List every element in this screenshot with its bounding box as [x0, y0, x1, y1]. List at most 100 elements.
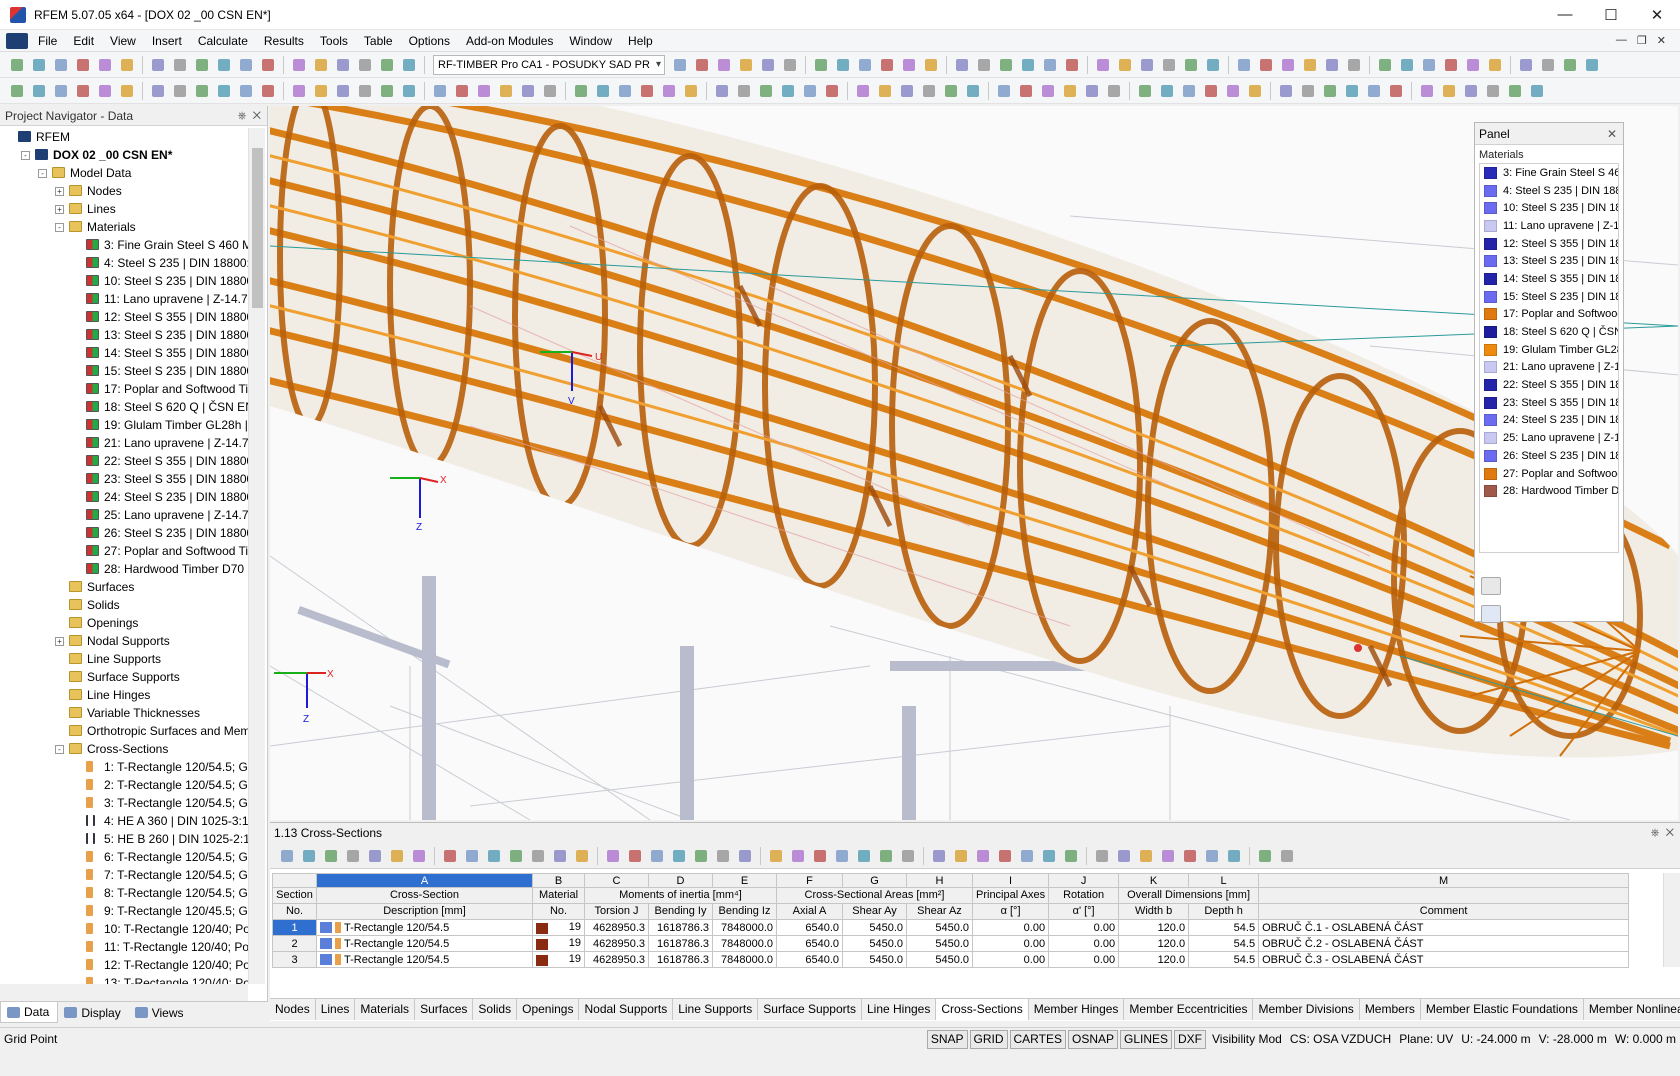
table-tool-icon[interactable]: [951, 847, 971, 865]
column-letter[interactable]: E: [712, 873, 777, 888]
toolbar-button-icon[interactable]: [571, 82, 591, 100]
cell-desc[interactable]: T-Rectangle 120/54.5: [316, 951, 533, 968]
3d-viewport[interactable]: U V X Z X Y Z: [270, 106, 1678, 820]
column-letter[interactable]: M: [1258, 873, 1630, 888]
table-tool-icon[interactable]: [1277, 847, 1297, 865]
table-tool-icon[interactable]: [995, 847, 1015, 865]
table-tool-icon[interactable]: [550, 847, 570, 865]
menu-calculate[interactable]: Calculate: [190, 30, 256, 52]
navigator-tab-views[interactable]: Views: [129, 1002, 192, 1023]
row-number[interactable]: 3: [272, 951, 317, 968]
pin-icon[interactable]: ⎈: [238, 110, 247, 122]
cell-alpha2[interactable]: 0.00: [1048, 935, 1120, 952]
toolbar-button-icon[interactable]: [681, 82, 701, 100]
cell-alpha2[interactable]: 0.00: [1048, 919, 1120, 936]
table-tool-icon[interactable]: [1039, 847, 1059, 865]
toolbar-button-icon[interactable]: [377, 82, 397, 100]
module-case-select[interactable]: RF-TIMBER Pro CA1 - POSUDKY SAD PR: [433, 54, 665, 75]
cell-Iy[interactable]: 1618786.3: [648, 919, 713, 936]
tree-item[interactable]: 15: Steel S 235 | DIN 18800:1: [0, 362, 248, 380]
tree-item[interactable]: - Materials: [0, 218, 248, 236]
cell-comment[interactable]: OBRUČ Č.1 - OSLABENÁ ČÁST: [1258, 919, 1630, 936]
table-tool-icon[interactable]: [343, 847, 363, 865]
toolbar-button-icon[interactable]: [170, 82, 190, 100]
toolbar-button-icon[interactable]: [148, 82, 168, 100]
cell-Az[interactable]: 5450.0: [906, 951, 973, 968]
toolbar-button-icon[interactable]: [1560, 56, 1580, 74]
cell-alpha[interactable]: 0.00: [971, 935, 1050, 952]
sheet-tab[interactable]: Member Divisions: [1253, 999, 1360, 1020]
toolbar-button-icon[interactable]: [1256, 56, 1276, 74]
table-tool-icon[interactable]: [898, 847, 918, 865]
toolbar-button-icon[interactable]: [289, 82, 309, 100]
column-letter[interactable]: A: [316, 873, 533, 888]
tree-item[interactable]: RFEM: [0, 128, 248, 146]
toolbar-button-icon[interactable]: [1527, 82, 1547, 100]
sheet-tab[interactable]: Nodal Supports: [579, 999, 674, 1020]
menu-view[interactable]: View: [102, 30, 144, 52]
table-tool-icon[interactable]: [365, 847, 385, 865]
navigator-tab-data[interactable]: Data: [0, 1002, 59, 1023]
toolbar-button-icon[interactable]: [736, 56, 756, 74]
material-legend-item[interactable]: 10: Steel S 235 | DIN 18: [1480, 199, 1618, 217]
maximize-icon[interactable]: ☐: [1588, 0, 1634, 30]
sheet-tab[interactable]: Line Hinges: [862, 999, 937, 1020]
toolbar-button-icon[interactable]: [1320, 82, 1340, 100]
toolbar-button-icon[interactable]: [1461, 82, 1481, 100]
toolbar-button-icon[interactable]: [1093, 56, 1113, 74]
minimize-icon[interactable]: —: [1542, 0, 1588, 30]
toolbar-button-icon[interactable]: [963, 82, 983, 100]
menu-add-on-modules[interactable]: Add-on Modules: [458, 30, 561, 52]
toolbar-button-icon[interactable]: [51, 82, 71, 100]
expand-icon[interactable]: +: [55, 637, 64, 646]
table-tool-icon[interactable]: [1224, 847, 1244, 865]
cell-alpha[interactable]: 0.00: [971, 919, 1050, 936]
table-tool-icon[interactable]: [603, 847, 623, 865]
sheet-tab[interactable]: Member Eccentricities: [1124, 999, 1254, 1020]
table-tool-icon[interactable]: [299, 847, 319, 865]
toolbar-button-icon[interactable]: [355, 56, 375, 74]
collapse-icon[interactable]: -: [55, 223, 64, 232]
toolbar-button-icon[interactable]: [355, 82, 375, 100]
table-tool-icon[interactable]: [929, 847, 949, 865]
column-letter[interactable]: J: [1048, 873, 1120, 888]
material-legend-item[interactable]: 27: Poplar and Softwood: [1480, 465, 1618, 483]
navigator-vscrollbar[interactable]: [248, 128, 265, 984]
toolbar-button-icon[interactable]: [540, 82, 560, 100]
tree-item[interactable]: Line Hinges: [0, 686, 248, 704]
tree-item[interactable]: 3: Fine Grain Steel S 460 M |: [0, 236, 248, 254]
toolbar-button-icon[interactable]: [1179, 82, 1199, 100]
sheet-tab[interactable]: Cross-Sections: [936, 999, 1029, 1020]
toolbar-button-icon[interactable]: [214, 82, 234, 100]
toggle-cartes[interactable]: CARTES: [1009, 1029, 1066, 1049]
tree-item[interactable]: 24: Steel S 235 | DIN 18800:1: [0, 488, 248, 506]
material-legend-item[interactable]: 17: Poplar and Softwood: [1480, 306, 1618, 324]
table-tool-icon[interactable]: [810, 847, 830, 865]
tree-item[interactable]: Surface Supports: [0, 668, 248, 686]
toolbar-button-icon[interactable]: [1082, 82, 1102, 100]
cell-A[interactable]: 6540.0: [776, 919, 843, 936]
cell-Ay[interactable]: 5450.0: [842, 935, 907, 952]
cell-Iz[interactable]: 7848000.0: [712, 919, 777, 936]
material-legend-item[interactable]: 24: Steel S 235 | DIN 18: [1480, 412, 1618, 430]
cell-h[interactable]: 54.5: [1188, 935, 1260, 952]
toolbar-button-icon[interactable]: [899, 56, 919, 74]
toolbar-button-icon[interactable]: [659, 82, 679, 100]
toolbar-button-icon[interactable]: [170, 56, 190, 74]
toolbar-button-icon[interactable]: [1060, 82, 1080, 100]
table-tool-icon[interactable]: [1158, 847, 1178, 865]
material-legend-item[interactable]: 18: Steel S 620 Q | ČSN: [1480, 323, 1618, 341]
toolbar-button-icon[interactable]: [897, 82, 917, 100]
toolbar-button-icon[interactable]: [73, 56, 93, 74]
cell-b[interactable]: 120.0: [1118, 919, 1190, 936]
table-tool-icon[interactable]: [669, 847, 689, 865]
table-tool-icon[interactable]: [1114, 847, 1134, 865]
toolbar-button-icon[interactable]: [1159, 56, 1179, 74]
visibility-mode[interactable]: Visibility Mod: [1208, 1032, 1286, 1046]
tree-item[interactable]: - Cross-Sections: [0, 740, 248, 758]
column-letter[interactable]: B: [532, 873, 585, 888]
toolbar-button-icon[interactable]: [73, 82, 93, 100]
mdi-close-icon[interactable]: ✕: [1657, 34, 1666, 47]
tree-item[interactable]: 22: Steel S 355 | DIN 18800:1: [0, 452, 248, 470]
coord-system[interactable]: CS: OSA VZDUCH: [1286, 1032, 1395, 1046]
